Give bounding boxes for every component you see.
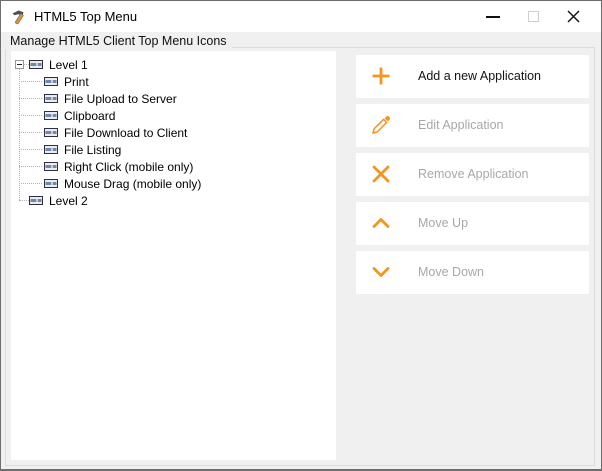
tree-node-label: Level 2 [49,193,88,208]
window-controls [473,1,593,32]
dialog-window: HTML5 Top Menu Manage HTML5 Client Top M… [0,0,602,471]
menu-item-icon [44,162,58,171]
tree-connector-line [19,132,42,133]
button-label: Add a new Application [418,69,542,83]
title-bar: HTML5 Top Menu [1,1,601,32]
tree-node-clipboard[interactable]: Clipboard [44,107,115,124]
tree-node-label: File Download to Client [64,125,188,140]
x-icon [372,165,390,183]
groupbox-label: Manage HTML5 Client Top Menu Icons [5,34,232,49]
move-down-button[interactable]: Move Down [356,251,589,294]
tree-node-file-listing[interactable]: File Listing [44,141,121,158]
remove-application-button[interactable]: Remove Application [356,153,589,196]
close-icon [567,10,579,23]
tree-connector-line [19,183,42,184]
tree-node-mouse-drag[interactable]: Mouse Drag (mobile only) [44,175,201,192]
menu-item-icon [44,77,58,86]
button-label: Remove Application [418,167,529,181]
menu-item-icon [29,60,43,69]
close-button[interactable] [553,1,593,32]
tree-node-label: Level 1 [49,57,88,72]
tree-node-right-click[interactable]: Right Click (mobile only) [44,158,193,175]
window-title: HTML5 Top Menu [34,9,138,24]
move-up-button[interactable]: Move Up [356,202,589,245]
menu-tree[interactable]: Level 1 Print File Upload to Server Clip… [11,51,336,460]
button-label: Move Up [418,216,469,230]
tree-connector-line [19,200,29,201]
tree-node-label: Right Click (mobile only) [64,159,194,174]
add-application-button[interactable]: Add a new Application [356,55,589,98]
button-label: Move Down [418,265,484,279]
chevron-up-icon [372,218,390,228]
menu-item-icon [44,111,58,120]
minimize-button[interactable] [473,1,513,32]
chevron-down-icon [372,267,390,277]
collapse-expander-icon[interactable] [15,60,24,69]
button-label: Edit Application [418,118,504,132]
edit-application-button[interactable]: Edit Application [356,104,589,147]
tree-node-level-1[interactable]: Level 1 [15,56,88,73]
menu-item-icon [29,196,43,205]
tree-connector-line [19,166,42,167]
tree-node-label: File Upload to Server [64,91,177,106]
menu-item-icon [44,128,58,137]
menu-item-icon [44,94,58,103]
app-hammer-icon [12,10,24,25]
tree-connector-line [19,81,42,82]
tree-connector-line [19,115,42,116]
client-area: Manage HTML5 Client Top Menu Icons Level… [1,32,601,469]
tree-node-label: Clipboard [64,108,116,123]
maximize-button [513,1,553,32]
menu-item-icon [44,145,58,154]
tree-node-label: Mouse Drag (mobile only) [64,176,202,191]
pencil-icon [372,116,390,134]
minimize-icon [486,15,500,18]
plus-icon [372,67,390,85]
tree-node-label: File Listing [64,142,122,157]
maximize-icon [527,11,539,22]
tree-node-file-upload[interactable]: File Upload to Server [44,90,177,107]
tree-node-print[interactable]: Print [44,73,89,90]
tree-node-label: Print [64,74,89,89]
tree-node-file-download[interactable]: File Download to Client [44,124,187,141]
tree-connector-line [19,149,42,150]
tree-connector-line [19,98,42,99]
menu-item-icon [44,179,58,188]
tree-node-level-2[interactable]: Level 2 [29,192,88,209]
